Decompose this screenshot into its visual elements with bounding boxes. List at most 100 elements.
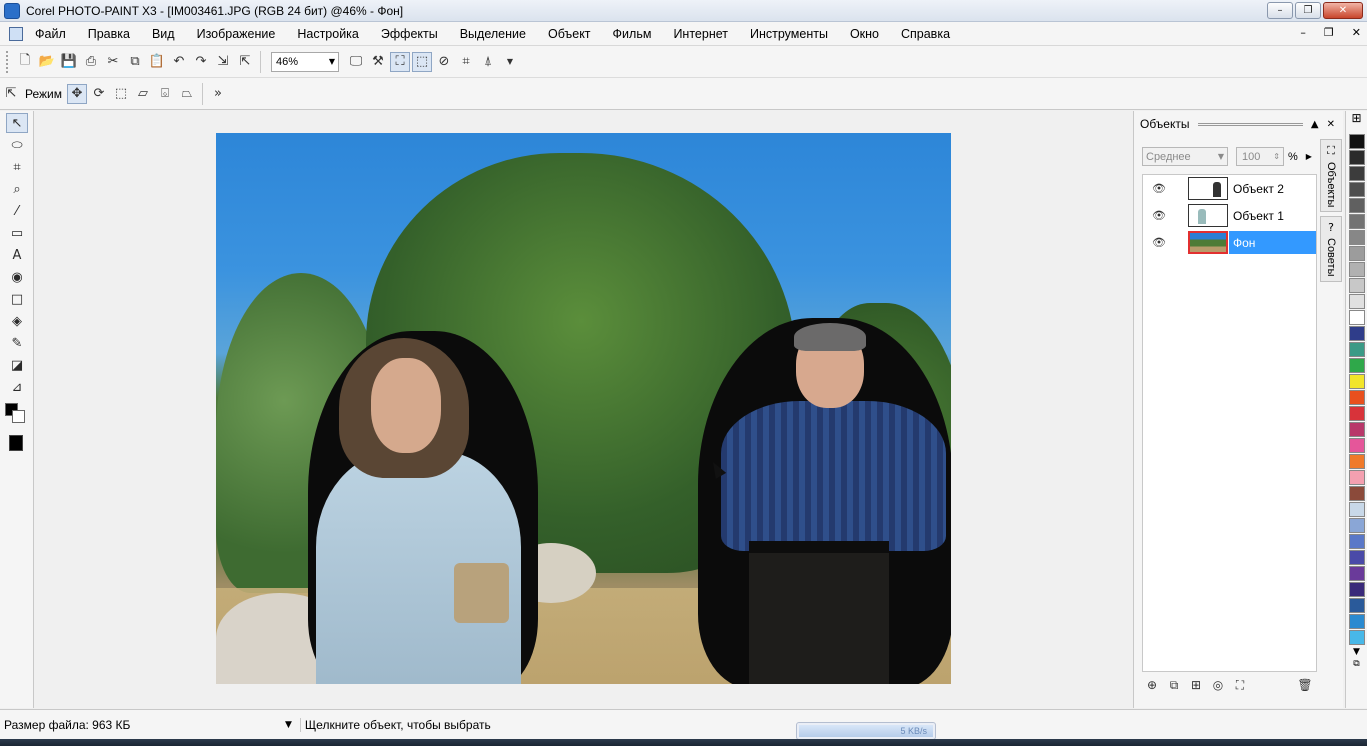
- palette-color-swatch[interactable]: [1349, 214, 1365, 229]
- fill-tool-icon[interactable]: ◈: [6, 311, 28, 331]
- import-icon[interactable]: ⇲: [213, 52, 233, 72]
- chevron-down-icon[interactable]: ▼: [500, 52, 520, 72]
- opacity-field[interactable]: 100 ⇕: [1236, 147, 1284, 166]
- palette-color-swatch[interactable]: [1349, 534, 1365, 549]
- save-icon[interactable]: 💾: [59, 52, 79, 72]
- expand-palette-icon[interactable]: ⧉: [1346, 659, 1367, 669]
- object-name[interactable]: Объект 1: [1229, 204, 1316, 227]
- palette-color-swatch[interactable]: [1349, 470, 1365, 485]
- palette-color-swatch[interactable]: [1349, 294, 1365, 309]
- eye-icon[interactable]: 👁: [1150, 236, 1168, 249]
- menu-edit[interactable]: Правка: [77, 27, 141, 41]
- palette-color-swatch[interactable]: [1349, 390, 1365, 405]
- tab-objects[interactable]: ⛶ Объекты: [1320, 139, 1342, 213]
- restore-button[interactable]: ❐: [1295, 2, 1321, 19]
- palette-options-icon[interactable]: ⊞: [1346, 111, 1367, 133]
- show-object-marquee-icon[interactable]: ⛶: [390, 51, 410, 72]
- palette-color-swatch[interactable]: [1349, 342, 1365, 357]
- copy-icon[interactable]: ⧉: [125, 52, 145, 72]
- menu-movie[interactable]: Фильм: [602, 27, 663, 41]
- status-dropdown-icon[interactable]: ▼: [285, 720, 292, 730]
- canvas-image[interactable]: [216, 133, 951, 684]
- palette-color-swatch[interactable]: [1349, 182, 1365, 197]
- palette-color-swatch[interactable]: [1349, 374, 1365, 389]
- palette-color-swatch[interactable]: [1349, 454, 1365, 469]
- new-object-from-mask-icon[interactable]: ⧉: [1164, 675, 1184, 695]
- mask-overlay-icon[interactable]: ⊘: [434, 52, 454, 72]
- menu-view[interactable]: Вид: [141, 27, 186, 41]
- image-sprayer-tool-icon[interactable]: ⊿: [6, 377, 28, 397]
- delete-icon[interactable]: 🗑: [1295, 675, 1315, 695]
- marquee-visible-icon[interactable]: ⌗: [456, 52, 476, 72]
- menu-image[interactable]: Изображение: [186, 27, 287, 41]
- spinner-icon[interactable]: ⇕: [1273, 152, 1280, 161]
- menu-effects[interactable]: Эффекты: [370, 27, 449, 41]
- palette-color-swatch[interactable]: [1349, 310, 1365, 325]
- palette-color-swatch[interactable]: [1349, 230, 1365, 245]
- palette-color-swatch[interactable]: [1349, 262, 1365, 277]
- palette-color-swatch[interactable]: [1349, 566, 1365, 581]
- docker-grip[interactable]: [1197, 122, 1303, 126]
- palette-color-swatch[interactable]: [1349, 326, 1365, 341]
- palette-color-swatch[interactable]: [1349, 134, 1365, 149]
- application-launcher-icon[interactable]: ⍋: [478, 52, 498, 72]
- create-lens-icon[interactable]: ◎: [1208, 675, 1228, 695]
- scale-mode-icon[interactable]: ⬚: [111, 84, 131, 104]
- export-icon[interactable]: ⇱: [235, 52, 255, 72]
- rectangle-tool-icon[interactable]: □: [6, 289, 28, 309]
- background-color-swatch[interactable]: [12, 410, 25, 423]
- toolbar-grip[interactable]: [6, 50, 10, 73]
- object-name[interactable]: Фон: [1229, 231, 1316, 254]
- paste-icon[interactable]: 📋: [147, 52, 167, 72]
- menu-help[interactable]: Справка: [890, 27, 961, 41]
- perspective-mode-icon[interactable]: ⏢: [177, 84, 197, 104]
- eye-icon[interactable]: 👁: [1150, 209, 1168, 222]
- color-swatches[interactable]: [5, 403, 29, 427]
- doc-close-button[interactable]: ✕: [1352, 26, 1361, 39]
- object-row[interactable]: 👁 Объект 2: [1143, 175, 1316, 202]
- palette-color-swatch[interactable]: [1349, 278, 1365, 293]
- pick-tool-icon[interactable]: ↖: [6, 113, 28, 133]
- palette-color-swatch[interactable]: [1349, 166, 1365, 181]
- shadow-tool-icon[interactable]: ◪: [6, 355, 28, 375]
- menu-mask[interactable]: Выделение: [449, 27, 537, 41]
- palette-color-swatch[interactable]: [1349, 406, 1365, 421]
- crop-tool-icon[interactable]: ⌗: [6, 157, 28, 177]
- menu-web[interactable]: Интернет: [662, 27, 739, 41]
- palette-color-swatch[interactable]: [1349, 502, 1365, 517]
- new-object-icon[interactable]: ⊕: [1142, 675, 1162, 695]
- paper-color-swatch[interactable]: [9, 435, 23, 451]
- palette-color-swatch[interactable]: [1349, 518, 1365, 533]
- zoom-tool-icon[interactable]: ⌕: [6, 179, 28, 199]
- print-icon[interactable]: ⎙: [81, 52, 101, 72]
- combine-objects-icon[interactable]: ⊞: [1186, 675, 1206, 695]
- rotate-mode-icon[interactable]: ⟳: [89, 84, 109, 104]
- palette-color-swatch[interactable]: [1349, 582, 1365, 597]
- flyout-arrow-icon[interactable]: ▶: [1306, 152, 1312, 161]
- distort-mode-icon[interactable]: ⌺: [155, 84, 175, 104]
- palette-color-swatch[interactable]: [1349, 246, 1365, 261]
- collapse-icon[interactable]: ▲: [1311, 119, 1319, 130]
- eyedropper-tool-icon[interactable]: ⁄: [6, 201, 28, 221]
- palette-color-swatch[interactable]: [1349, 150, 1365, 165]
- palette-color-swatch[interactable]: [1349, 422, 1365, 437]
- object-name[interactable]: Объект 2: [1229, 177, 1316, 200]
- launcher-icon[interactable]: ⚒: [368, 52, 388, 72]
- tab-hints[interactable]: ? Советы: [1320, 216, 1342, 282]
- palette-color-swatch[interactable]: [1349, 614, 1365, 629]
- clip-mask-icon[interactable]: ⛶: [1230, 675, 1250, 695]
- object-pick-mode-icon[interactable]: ⇱: [1, 84, 21, 104]
- full-screen-preview-icon[interactable]: 🖵: [346, 52, 366, 72]
- close-icon[interactable]: ✕: [1327, 119, 1335, 130]
- palette-color-swatch[interactable]: [1349, 358, 1365, 373]
- minimize-button[interactable]: –: [1267, 2, 1293, 19]
- redo-icon[interactable]: ↷: [191, 52, 211, 72]
- text-tool-icon[interactable]: A: [6, 245, 28, 265]
- close-button[interactable]: ✕: [1323, 2, 1363, 19]
- open-file-icon[interactable]: 📂: [37, 52, 57, 72]
- palette-color-swatch[interactable]: [1349, 438, 1365, 453]
- menu-adjust[interactable]: Настройка: [286, 27, 370, 41]
- scroll-down-icon[interactable]: ▼: [1346, 647, 1367, 657]
- palette-color-swatch[interactable]: [1349, 198, 1365, 213]
- zoom-level-select[interactable]: 46% ▼: [271, 51, 339, 72]
